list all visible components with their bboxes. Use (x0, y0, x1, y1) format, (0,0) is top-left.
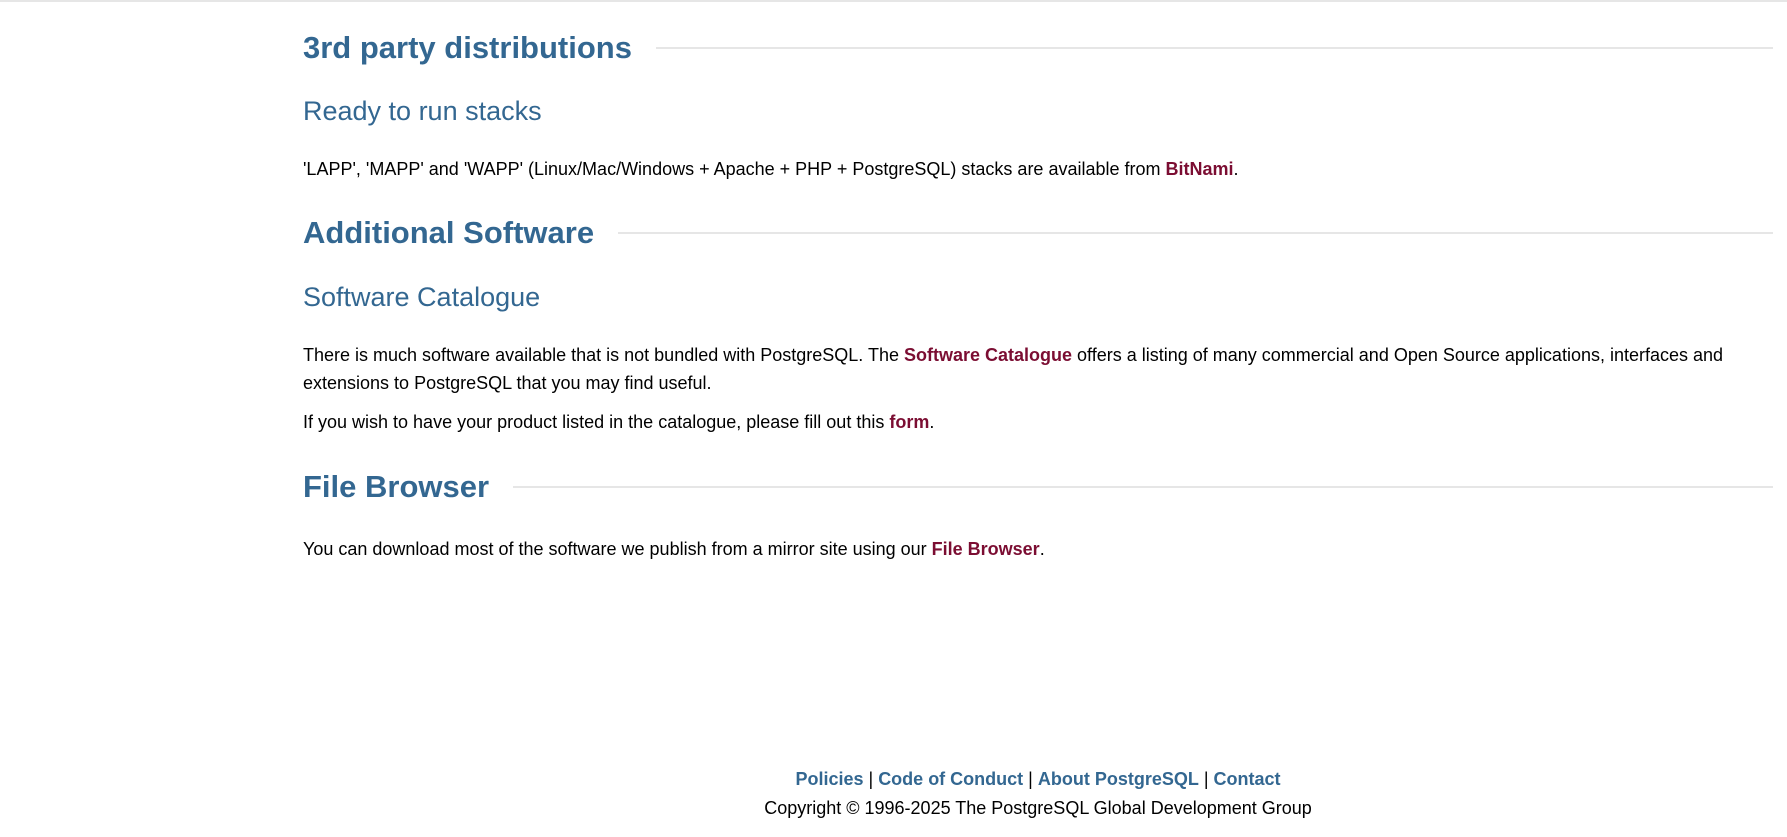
text: You can download most of the software we… (303, 539, 932, 559)
text: 'LAPP', 'MAPP' and 'WAPP' (Linux/Mac/Win… (303, 159, 1166, 179)
form-paragraph: If you wish to have your product listed … (303, 408, 1773, 436)
about-postgresql-link[interactable]: About PostgreSQL (1038, 769, 1199, 789)
separator: | (1198, 769, 1214, 789)
heading-divider (513, 486, 1773, 488)
text: If you wish to have your product listed … (303, 412, 890, 432)
heading-text: 3rd party distributions (303, 30, 632, 65)
file-browser-paragraph: You can download most of the software we… (303, 535, 1773, 563)
text: There is much software available that is… (303, 345, 904, 365)
policies-link[interactable]: Policies (795, 769, 863, 789)
subheading-ready-to-run: Ready to run stacks (303, 96, 542, 126)
text: . (929, 412, 935, 432)
footer: Policies | Code of Conduct | About Postg… (303, 765, 1773, 823)
file-browser-link[interactable]: File Browser (932, 539, 1040, 559)
contact-link[interactable]: Contact (1214, 769, 1281, 789)
section-heading-additional-software: Additional Software (303, 213, 1773, 253)
footer-links: Policies | Code of Conduct | About Postg… (303, 765, 1773, 794)
section-heading-file-browser: File Browser (303, 467, 1773, 507)
heading-text: File Browser (303, 469, 490, 504)
section-heading-3rd-party: 3rd party distributions (303, 28, 1773, 68)
heading-text: Additional Software (303, 215, 595, 250)
code-of-conduct-link[interactable]: Code of Conduct (878, 769, 1023, 789)
software-catalogue-link[interactable]: Software Catalogue (904, 345, 1072, 365)
subheading-software-catalogue: Software Catalogue (303, 282, 541, 312)
separator: | (1023, 769, 1038, 789)
copyright: Copyright © 1996-2025 The PostgreSQL Glo… (764, 798, 1312, 818)
bitnami-link[interactable]: BitNami (1166, 159, 1234, 179)
text: . (1039, 539, 1045, 559)
catalogue-paragraph: There is much software available that is… (303, 341, 1773, 397)
heading-divider (655, 47, 1773, 49)
heading-divider (618, 232, 1773, 234)
separator: | (863, 769, 879, 789)
text: . (1233, 159, 1239, 179)
form-link[interactable]: form (889, 412, 929, 432)
stacks-paragraph: 'LAPP', 'MAPP' and 'WAPP' (Linux/Mac/Win… (303, 155, 1773, 183)
